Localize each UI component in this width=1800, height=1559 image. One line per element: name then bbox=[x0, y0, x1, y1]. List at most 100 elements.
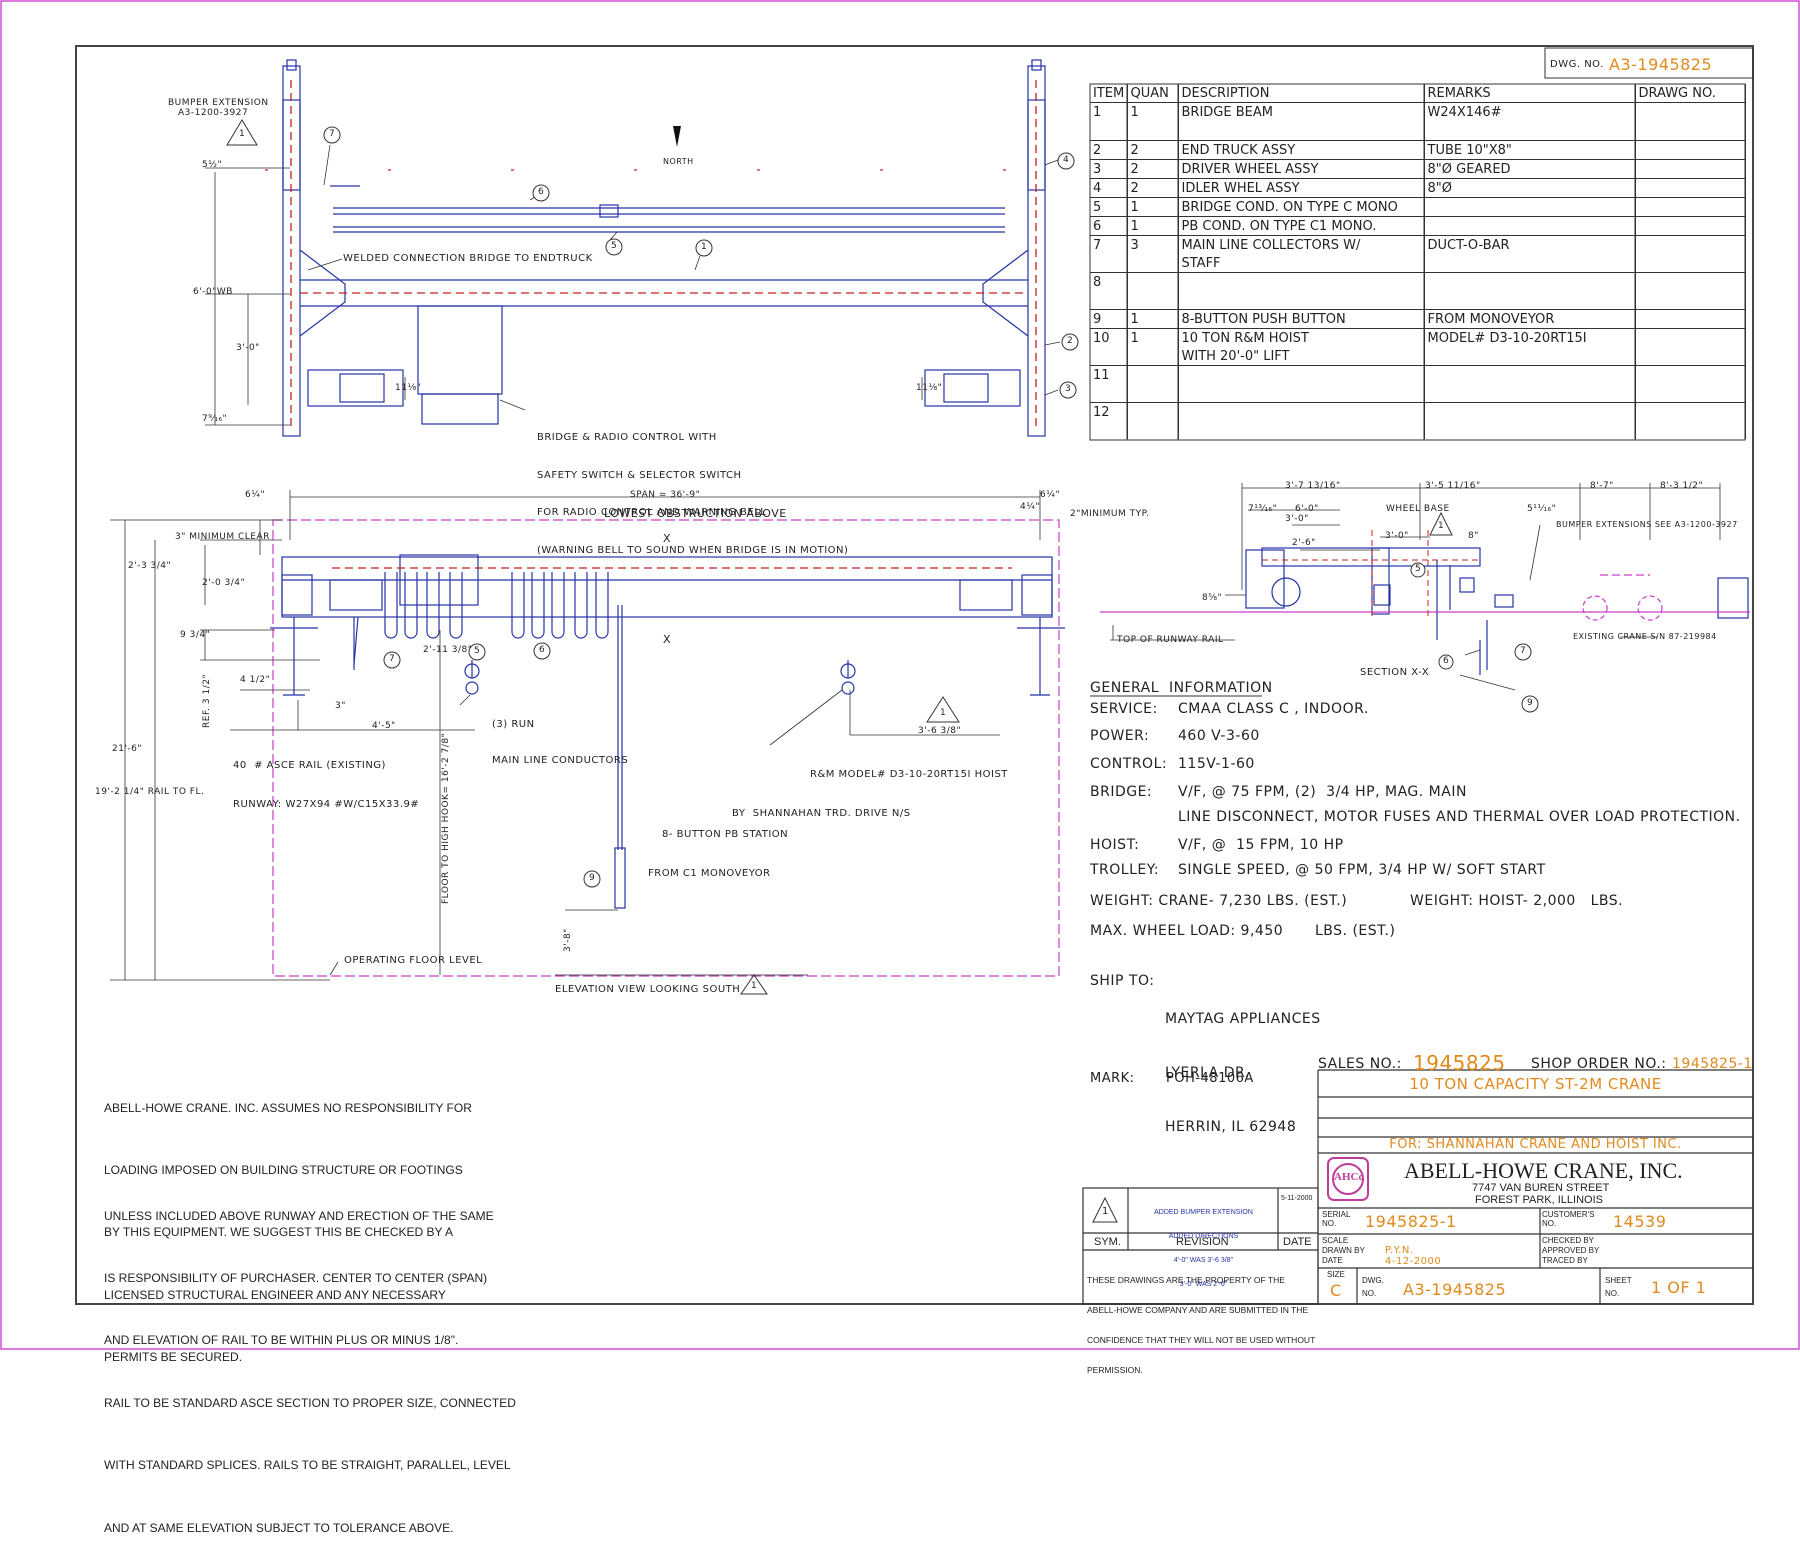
cell-remarks: DUCT-O-BAR bbox=[1424, 235, 1636, 254]
info-key: BRIDGE: bbox=[1090, 784, 1153, 800]
cell-quan: 1 bbox=[1127, 328, 1179, 347]
cell-remarks bbox=[1424, 365, 1636, 384]
cell-desc: BRIDGE COND. ON TYPE C MONO bbox=[1178, 197, 1425, 217]
info-key: CONTROL: bbox=[1090, 756, 1168, 772]
bumper-ext-label: BUMPER EXTENSION bbox=[168, 98, 269, 108]
col-quan: QUAN bbox=[1127, 84, 1179, 103]
cell-item: 8 bbox=[1090, 272, 1128, 291]
run-note-line: (3) RUN bbox=[492, 719, 535, 730]
sec-dim-8-7: 8'-7" bbox=[1590, 481, 1614, 491]
cell-item bbox=[1090, 347, 1128, 366]
revision-line: ADDED BUMPER EXTENSION bbox=[1154, 1209, 1253, 1216]
control-note-line: SAFETY SWITCH & SELECTOR SWITCH bbox=[537, 469, 742, 481]
info-value: SINGLE SPEED, @ 50 FPM, 3/4 HP W/ SOFT S… bbox=[1178, 862, 1546, 878]
cell-drawg bbox=[1635, 421, 1746, 439]
table-row: 1 1 BRIDGE BEAM W24X146# bbox=[1090, 102, 1746, 122]
note-line: RAIL TO BE STANDARD ASCE SECTION TO PROP… bbox=[104, 1395, 516, 1410]
cell-remarks: FROM MONOVEYOR bbox=[1424, 309, 1636, 329]
rail-note: 40 # ASCE RAIL (EXISTING) RUNWAY: W27X94… bbox=[233, 733, 419, 824]
info-value: LBS. (EST.) bbox=[1315, 923, 1396, 939]
property-line: THESE DRAWINGS ARE THE PROPERTY OF THE bbox=[1087, 1275, 1285, 1285]
cell-desc: IDLER WHEL ASSY bbox=[1178, 178, 1425, 198]
info-key: SERVICE: bbox=[1090, 701, 1158, 717]
cell-remarks: 8"Ø bbox=[1424, 178, 1636, 198]
customer-no: 14539 bbox=[1613, 1212, 1667, 1231]
ref-dim: REF. 3 1/2" bbox=[202, 673, 212, 728]
balloon-1: 1 bbox=[701, 242, 707, 252]
cell-quan bbox=[1127, 384, 1179, 403]
table-row bbox=[1090, 384, 1746, 403]
cell-desc bbox=[1178, 365, 1425, 384]
dim-4-1-2: 4 1/2" bbox=[240, 675, 271, 685]
cell-drawg bbox=[1635, 309, 1746, 329]
dim-3-8: 3'-8" bbox=[563, 928, 573, 952]
cell-quan bbox=[1127, 421, 1179, 439]
dim-6-1-4-right: 6¼" bbox=[1040, 490, 1061, 500]
cell-item bbox=[1090, 121, 1128, 141]
balloon-5: 5 bbox=[474, 646, 480, 656]
dwg-no-tb: A3-1945825 bbox=[1403, 1280, 1507, 1299]
rail-note-line: RUNWAY: W27X94 #W/C15X33.9# bbox=[233, 799, 420, 810]
cell-quan: 3 bbox=[1127, 235, 1179, 254]
note-line: IS RESPONSIBILITY OF PURCHASER. CENTER T… bbox=[104, 1270, 488, 1285]
sec-dim-3-7: 3'-7 13/16" bbox=[1285, 481, 1341, 491]
parts-table: ITEM QUAN DESCRIPTION REMARKS DRAWG NO. … bbox=[1090, 84, 1746, 439]
north-label: NORTH bbox=[663, 157, 694, 166]
drawn-by: P.Y.N. bbox=[1385, 1245, 1414, 1256]
balloon-7: 7 bbox=[1520, 646, 1526, 656]
cell-desc: 8-BUTTON PUSH BUTTON bbox=[1178, 309, 1425, 329]
dim-9-3-4: 9 3/4" bbox=[180, 630, 211, 640]
bumper-ext-ref: A3-1200-3927 bbox=[178, 108, 249, 118]
cell-drawg bbox=[1635, 328, 1746, 347]
table-row: 5 1 BRIDGE COND. ON TYPE C MONO bbox=[1090, 197, 1746, 217]
cell-drawg bbox=[1635, 365, 1746, 384]
dim-2-11: 2'-11 3/8" bbox=[423, 645, 473, 655]
ship-to-address: MAYTAG APPLIANCES LYERLA DR. HERRIN, IL … bbox=[1165, 974, 1321, 1154]
dim-4-5: 4'-5" bbox=[372, 721, 396, 731]
cell-desc bbox=[1178, 272, 1425, 291]
property-line: PERMISSION. bbox=[1087, 1365, 1143, 1375]
ship-to-line: MAYTAG APPLIANCES bbox=[1165, 1011, 1321, 1027]
for-customer: FOR: SHANNAHAN CRANE AND HOIST INC. bbox=[1389, 1137, 1682, 1152]
table-row: 8 bbox=[1090, 272, 1746, 291]
cell-item: 11 bbox=[1090, 365, 1128, 384]
cell-quan bbox=[1127, 272, 1179, 291]
info-key: WEIGHT: CRANE- 7,230 LBS. (EST.) bbox=[1090, 893, 1348, 909]
size-value: C bbox=[1330, 1281, 1342, 1300]
sales-no: 1945825 bbox=[1413, 1051, 1506, 1075]
wb-dim: 6'-0"WB bbox=[193, 287, 233, 297]
cell-remarks: TUBE 10"X8" bbox=[1424, 140, 1636, 160]
balloon-6: 6 bbox=[1443, 656, 1449, 666]
cell-quan bbox=[1127, 121, 1179, 141]
dim-2-0-3-4: 2'-0 3/4" bbox=[202, 578, 246, 588]
col-drawg-no: DRAWG NO. bbox=[1635, 84, 1746, 103]
cell-remarks bbox=[1424, 121, 1636, 141]
approved-by-label: APPROVED BY bbox=[1542, 1246, 1600, 1255]
info-key: POWER: bbox=[1090, 728, 1150, 744]
property-line: CONFIDENCE THAT THEY WILL NOT BE USED WI… bbox=[1087, 1335, 1316, 1345]
cell-desc: STAFF bbox=[1178, 254, 1425, 273]
date-label-tb: DATE bbox=[1322, 1256, 1343, 1265]
cell-item bbox=[1090, 384, 1128, 403]
cell-item bbox=[1090, 421, 1128, 439]
min-typ: 2"MINIMUM TYP. bbox=[1070, 509, 1150, 519]
plan-view bbox=[282, 59, 1046, 437]
top-of-runway-rail: TOP OF RUNWAY RAIL bbox=[1117, 635, 1224, 645]
cell-quan: 1 bbox=[1127, 216, 1179, 236]
sec-dim-5-11: 5¹¹⁄₁₆" bbox=[1527, 504, 1557, 514]
cell-drawg bbox=[1635, 235, 1746, 254]
balloon-7: 7 bbox=[329, 129, 335, 139]
cell-desc bbox=[1178, 384, 1425, 403]
balloon-7: 7 bbox=[389, 654, 395, 664]
info-value: 115V-1-60 bbox=[1178, 756, 1255, 772]
cell-quan bbox=[1127, 365, 1179, 384]
drawn-date: 4-12-2000 bbox=[1385, 1256, 1442, 1267]
info-value: V/F, @ 15 FPM, 10 HP bbox=[1178, 837, 1344, 853]
control-note: BRIDGE & RADIO CONTROL WITH SAFETY SWITC… bbox=[537, 407, 848, 570]
table-row: 2 2 END TRUCK ASSY TUBE 10"X8" bbox=[1090, 140, 1746, 160]
note-line: AND AT SAME ELEVATION SUBJECT TO TOLERAN… bbox=[104, 1520, 454, 1535]
company-name: ABELL-HOWE CRANE, INC. bbox=[1404, 1158, 1683, 1183]
cell-desc bbox=[1178, 402, 1425, 421]
control-note-line: (WARNING BELL TO SOUND WHEN BRIDGE IS IN… bbox=[537, 544, 849, 556]
floor-level: OPERATING FLOOR LEVEL bbox=[344, 955, 483, 966]
